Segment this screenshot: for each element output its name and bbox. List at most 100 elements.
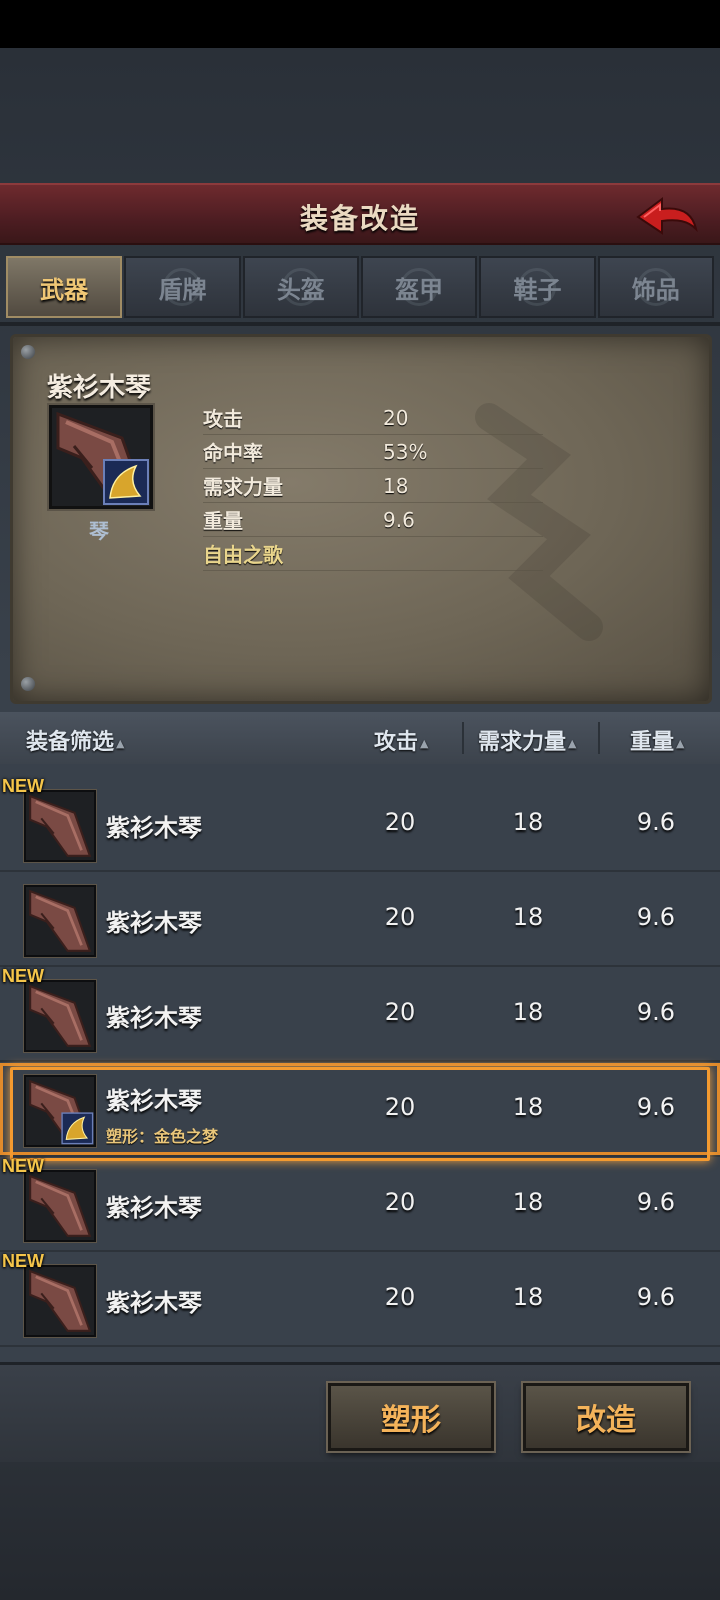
weight-header: 重量 — [630, 730, 675, 755]
row-item-name: 紫衫木琴 — [106, 1289, 202, 1317]
row-strength: 18 — [512, 1283, 544, 1311]
item-thumbnail — [24, 790, 96, 862]
equipment-row[interactable]: 紫衫木琴 20 18 9.6 — [0, 873, 720, 967]
new-badge: NEW — [2, 1251, 44, 1271]
sort-arrow-icon: ▲ — [420, 736, 429, 750]
stat-row: 命中率 53% — [203, 435, 543, 469]
stat-label: 攻击 — [203, 407, 243, 431]
lyre-icon — [26, 1172, 94, 1240]
row-weight: 9.6 — [636, 1283, 676, 1311]
item-thumbnail — [24, 1265, 96, 1337]
stat-row: 攻击 20 — [203, 401, 543, 435]
divider — [598, 722, 600, 754]
stat-row: 重量 9.6 — [203, 503, 543, 537]
modify-button[interactable]: 改造 — [523, 1383, 689, 1451]
item-thumbnail — [24, 980, 96, 1052]
row-strength: 18 — [512, 998, 544, 1026]
stat-value: 18 — [383, 473, 409, 498]
attack-header: 攻击 — [374, 730, 419, 755]
bottom-area — [0, 1462, 720, 1600]
tab-accessory[interactable]: 饰品 — [597, 256, 714, 318]
status-bar — [0, 0, 720, 48]
sort-weight-button[interactable]: 重量 ▲ — [630, 724, 684, 756]
stat-value: 9.6 — [383, 507, 415, 532]
row-item-name: 紫衫木琴 — [106, 1194, 202, 1222]
item-thumbnail — [24, 885, 96, 957]
tab-helmet[interactable]: 头盔 — [242, 256, 359, 318]
helmet-icon — [281, 268, 320, 306]
armor-icon — [400, 268, 439, 306]
item-stats: 攻击 20 命中率 53% 需求力量 18 重量 9.6 自由之歌 — [203, 401, 543, 571]
row-weight: 9.6 — [636, 998, 676, 1026]
stat-row: 需求力量 18 — [203, 469, 543, 503]
new-badge: NEW — [2, 1156, 44, 1176]
row-strength: 18 — [512, 808, 544, 836]
equipment-row[interactable]: 紫衫木琴 20 18 9.6 NEW — [0, 776, 720, 872]
lyre-icon — [26, 1267, 94, 1335]
sort-arrow-icon: ▲ — [568, 736, 577, 750]
row-strength: 18 — [512, 903, 544, 931]
category-tabs: 武器 盾牌 头盔 盔甲 鞋子 饰品 — [6, 256, 714, 320]
list-header: 装备筛选 ▲ 攻击 ▲ 需求力量 ▲ 重量 ▲ — [0, 712, 720, 764]
strength-header: 需求力量 — [478, 730, 567, 755]
sort-strength-button[interactable]: 需求力量 ▲ — [478, 724, 576, 756]
equipment-row[interactable]: 紫衫木琴 20 18 9.6 NEW — [0, 1156, 720, 1252]
row-attack: 20 — [384, 808, 416, 836]
row-attack: 20 — [384, 1283, 416, 1311]
row-weight: 9.6 — [636, 1093, 676, 1121]
equipment-row[interactable]: 紫衫木琴 20 18 9.6 NEW — [0, 966, 720, 1062]
item-name: 紫衫木琴 — [47, 373, 152, 403]
row-attack: 20 — [384, 1188, 416, 1216]
row-weight: 9.6 — [636, 1188, 676, 1216]
stat-label: 重量 — [203, 509, 243, 533]
lyre-icon — [26, 982, 94, 1050]
stat-label: 命中率 — [203, 441, 263, 465]
reshape-button[interactable]: 塑形 — [328, 1383, 494, 1451]
row-strength: 18 — [512, 1093, 544, 1121]
row-item-name: 紫衫木琴 — [106, 909, 202, 937]
row-item-name: 紫衫木琴 — [106, 814, 202, 842]
ring-icon — [636, 268, 675, 306]
nail-icon — [21, 345, 35, 359]
row-weight: 9.6 — [636, 808, 676, 836]
stat-row: 自由之歌 — [203, 537, 543, 571]
item-detail-panel: 紫衫木琴 琴 攻击 20 命中率 53% 需求力量 18 重量 9.6 自由之歌 — [10, 334, 712, 704]
lyre-icon — [26, 887, 94, 955]
tab-weapon[interactable]: 武器 — [6, 256, 123, 318]
lyre-icon — [26, 792, 94, 860]
stat-value: 20 — [383, 405, 409, 430]
filter-label: 装备筛选 — [26, 730, 115, 755]
stat-value: 53% — [383, 439, 428, 464]
item-type: 琴 — [89, 519, 109, 543]
sort-arrow-icon: ▲ — [116, 736, 125, 750]
sort-arrow-icon: ▲ — [676, 736, 685, 750]
back-arrow-icon[interactable] — [634, 193, 700, 239]
row-strength: 18 — [512, 1188, 544, 1216]
divider — [462, 722, 464, 754]
lyre-icon — [52, 408, 150, 506]
item-skill: 自由之歌 — [203, 543, 283, 567]
row-attack: 20 — [384, 998, 416, 1026]
new-badge: NEW — [2, 776, 44, 796]
tab-weapon-label: 武器 — [40, 275, 89, 304]
tab-shoes[interactable]: 鞋子 — [479, 256, 596, 318]
equipment-row[interactable]: 紫衫木琴 20 18 9.6 NEW — [0, 1251, 720, 1347]
tab-armor[interactable]: 盔甲 — [360, 256, 478, 318]
row-item-reshape: 塑形：金色之梦 — [106, 1127, 219, 1146]
filter-button[interactable]: 装备筛选 ▲ — [26, 724, 124, 756]
nail-icon — [21, 677, 35, 691]
item-icon — [49, 405, 153, 509]
lyre-icon — [26, 1077, 94, 1145]
sort-attack-button[interactable]: 攻击 ▲ — [374, 724, 428, 756]
page-title: 装备改造 — [299, 202, 420, 235]
row-item-name: 紫衫木琴 — [106, 1087, 202, 1115]
new-badge: NEW — [2, 966, 44, 986]
row-item-name: 紫衫木琴 — [106, 1004, 202, 1032]
row-attack: 20 — [384, 903, 416, 931]
action-bar: 塑形 改造 — [0, 1362, 720, 1462]
title-bar: 装备改造 — [0, 183, 720, 245]
item-thumbnail — [24, 1170, 96, 1242]
tab-shield[interactable]: 盾牌 — [124, 256, 241, 318]
equipment-row[interactable]: 紫衫木琴 塑形：金色之梦 20 18 9.6 — [0, 1063, 720, 1161]
row-attack: 20 — [384, 1093, 416, 1121]
